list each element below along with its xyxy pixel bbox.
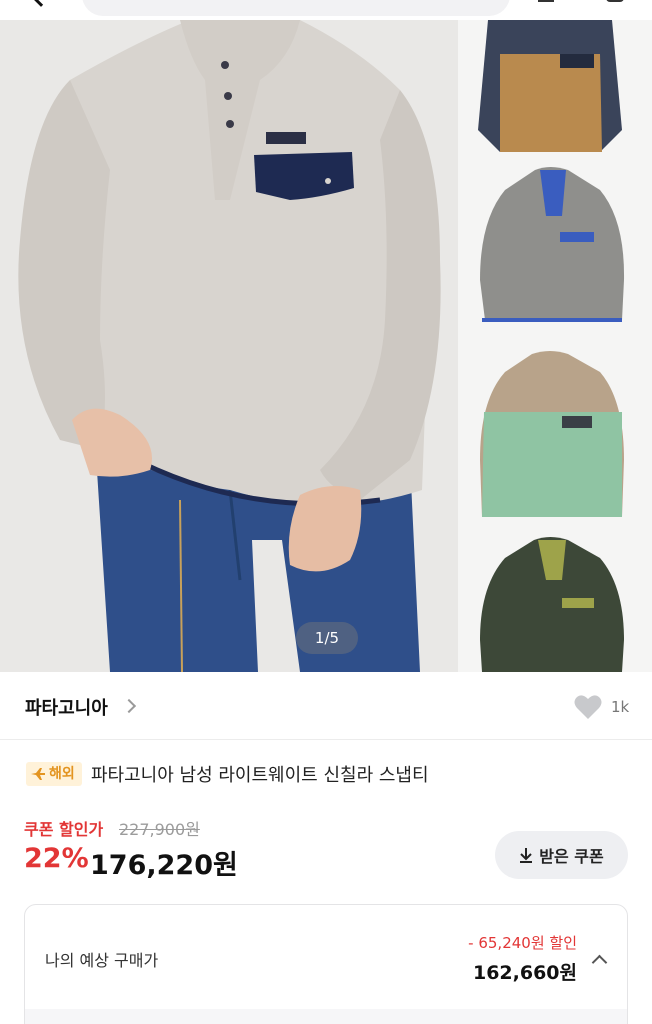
sale-price: 176,220원 [90, 850, 238, 881]
top-bar [0, 0, 652, 20]
received-coupon-button[interactable]: 받은 쿠폰 [495, 831, 628, 879]
brand-name[interactable]: 파타고니아 [25, 694, 108, 720]
product-title: 파타고니아 남성 라이트웨이트 신칠라 스냅티 [91, 765, 429, 786]
expected-discount: - 65,240원 할인 [468, 934, 577, 952]
expected-price-label: 나의 예상 구매가 [45, 951, 159, 970]
expected-price-footer [25, 1009, 627, 1024]
like-count: 1k [611, 698, 630, 716]
airplane-icon [31, 768, 45, 780]
download-icon [520, 848, 533, 863]
main-product-photo [0, 20, 652, 672]
coupon-price-label: 쿠폰 할인가 [24, 820, 104, 839]
overseas-badge: 해외 [26, 762, 82, 786]
badge-label: 해외 [49, 766, 75, 782]
search-input[interactable] [82, 0, 510, 16]
page-indicator: 1/5 [296, 622, 358, 654]
coupon-button-label: 받은 쿠폰 [539, 847, 604, 866]
heart-icon[interactable] [574, 694, 602, 720]
expected-price-card[interactable]: 나의 예상 구매가 - 65,240원 할인 162,660원 [24, 904, 628, 1024]
chevron-right-icon [121, 698, 137, 714]
home-icon[interactable] [538, 0, 554, 2]
back-icon[interactable] [31, 0, 51, 7]
cart-icon[interactable] [606, 0, 624, 2]
original-price: 227,900원 [119, 820, 200, 839]
expected-price: 162,660원 [472, 962, 577, 984]
discount-rate: 22% [24, 843, 89, 874]
product-image-gallery[interactable]: 1/5 [0, 20, 652, 672]
brand-row[interactable]: 파타고니아 1k [0, 672, 652, 740]
chevron-up-icon[interactable] [591, 954, 608, 971]
